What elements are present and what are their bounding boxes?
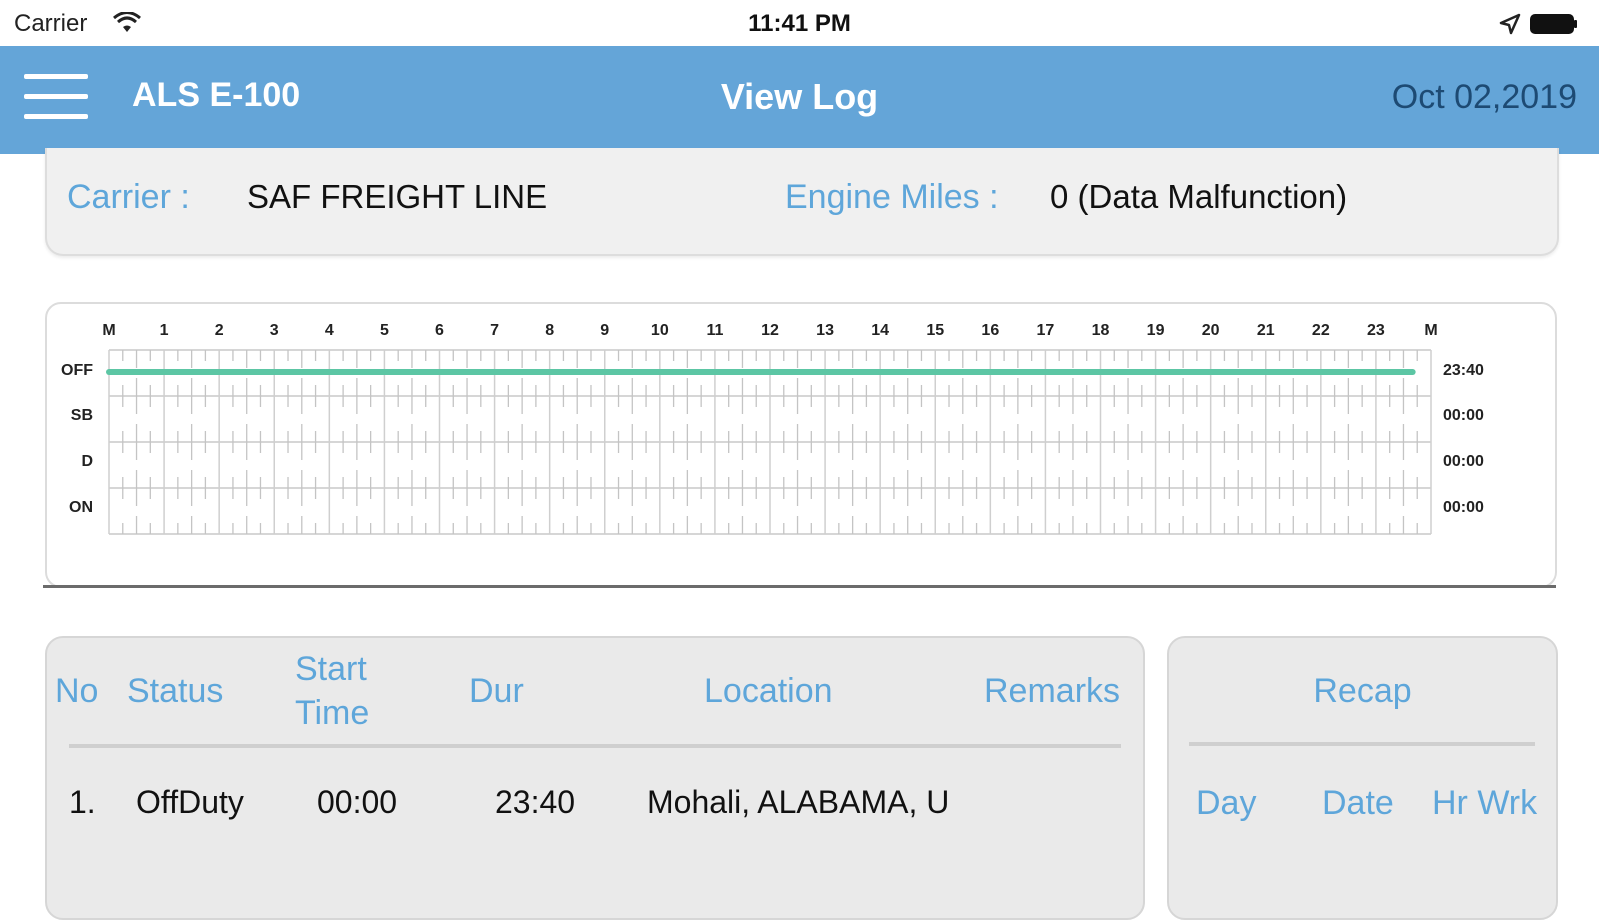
hour-label: 23 bbox=[1367, 322, 1385, 339]
hour-label: M bbox=[102, 322, 115, 339]
location-arrow-icon bbox=[1499, 13, 1521, 35]
row-status: OffDuty bbox=[136, 784, 244, 820]
hour-label: 3 bbox=[270, 322, 279, 339]
hour-label: 7 bbox=[490, 322, 499, 339]
recap-card: Recap Day Date Hr Wrk bbox=[1167, 636, 1558, 920]
hour-label: 20 bbox=[1202, 322, 1220, 339]
hour-label: 14 bbox=[871, 322, 889, 339]
graph-divider bbox=[43, 585, 1556, 588]
hour-label: 12 bbox=[761, 322, 779, 339]
hour-label: 4 bbox=[325, 322, 334, 339]
log-table-card: No Status Start Time Dur Location Remark… bbox=[45, 636, 1145, 920]
row-start-time: 00:00 bbox=[317, 784, 398, 820]
hour-label: 6 bbox=[435, 322, 444, 339]
log-date[interactable]: Oct 02,2019 bbox=[1392, 78, 1577, 117]
hour-label: 8 bbox=[545, 322, 554, 339]
hour-label: 10 bbox=[651, 322, 669, 339]
row-total-sb: 00:00 bbox=[1443, 407, 1484, 424]
table-header-divider bbox=[69, 744, 1121, 748]
hour-label: 9 bbox=[600, 322, 609, 339]
hour-label: 22 bbox=[1312, 322, 1330, 339]
hour-label: M bbox=[1424, 322, 1437, 339]
header-duration: Dur bbox=[469, 672, 524, 710]
row-label-off: OFF bbox=[61, 362, 93, 379]
status-bar: Carrier 11:41 PM bbox=[0, 0, 1599, 46]
hour-label: 1 bbox=[160, 322, 169, 339]
hour-label: 11 bbox=[706, 322, 723, 339]
header-start-time-line2: Time bbox=[295, 694, 370, 732]
engine-miles-label: Engine Miles : bbox=[785, 178, 999, 216]
recap-divider bbox=[1189, 742, 1535, 746]
hour-label: 19 bbox=[1147, 322, 1165, 339]
row-total-on: 00:00 bbox=[1443, 499, 1484, 516]
hour-label: 18 bbox=[1092, 322, 1110, 339]
row-no: 1. bbox=[69, 784, 96, 820]
carrier-info-card: Carrier : SAF FREIGHT LINE Engine Miles … bbox=[45, 148, 1559, 256]
navigation-bar: ALS E-100 View Log Oct 02,2019 bbox=[0, 46, 1599, 154]
header-no: No bbox=[55, 672, 99, 710]
row-duration: 23:40 bbox=[495, 784, 576, 820]
hour-label: 17 bbox=[1037, 322, 1055, 339]
row-label-on: ON bbox=[69, 499, 93, 516]
hour-label: 2 bbox=[215, 322, 224, 339]
recap-title: Recap bbox=[1313, 672, 1412, 710]
hour-label: 21 bbox=[1257, 322, 1275, 339]
engine-miles-value: 0 (Data Malfunction) bbox=[1050, 178, 1348, 215]
row-label-sb: SB bbox=[71, 407, 93, 424]
hour-label: 16 bbox=[981, 322, 999, 339]
recap-header-date: Date bbox=[1322, 784, 1394, 822]
header-remarks: Remarks bbox=[984, 672, 1121, 710]
carrier-label: Carrier : bbox=[67, 178, 190, 216]
row-location: Mohali, ALABAMA, U bbox=[647, 784, 950, 820]
hour-label: 13 bbox=[816, 322, 834, 339]
header-location: Location bbox=[704, 672, 833, 710]
duty-status-graph: M 1 2 3 4 5 6 7 8 9 10 11 12 13 14 15 16 17 18 19 20 21 22 23 MO… bbox=[61, 322, 1484, 535]
status-time: 11:41 PM bbox=[748, 10, 851, 37]
hour-label: 15 bbox=[926, 322, 944, 339]
battery-icon bbox=[1530, 14, 1577, 34]
recap-header-hr-wrk: Hr Wrk bbox=[1432, 784, 1538, 822]
carrier-value: SAF FREIGHT LINE bbox=[247, 178, 548, 215]
row-total-d: 00:00 bbox=[1443, 453, 1484, 470]
header-start-time-line1: Start bbox=[295, 650, 367, 688]
page-title: View Log bbox=[720, 76, 879, 117]
recap-header-day: Day bbox=[1196, 784, 1257, 822]
row-label-d: D bbox=[81, 453, 93, 470]
row-total-off: 23:40 bbox=[1443, 362, 1484, 379]
header-status: Status bbox=[127, 672, 224, 710]
hour-label: 5 bbox=[380, 322, 389, 339]
